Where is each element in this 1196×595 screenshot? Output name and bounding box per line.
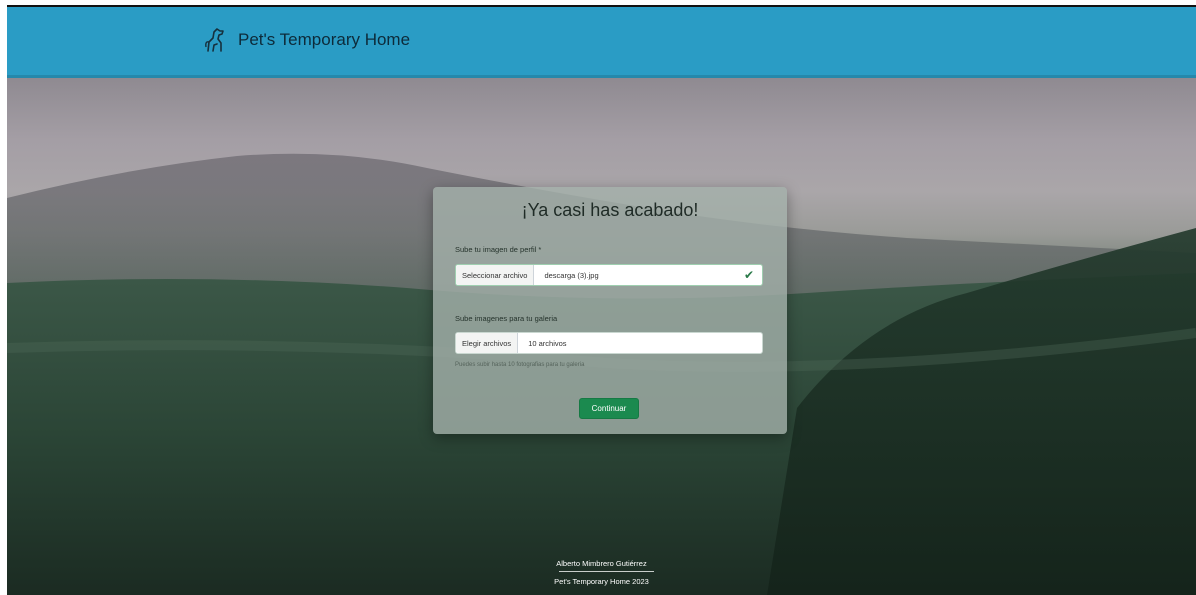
profile-select-file-button[interactable]: Seleccionar archivo [456,265,535,285]
gallery-images-label: Sube imagenes para tu galeria [455,314,558,323]
upload-form-card: ¡Ya casi has acabado! Sube tu imagen de … [433,187,787,434]
brand-link[interactable]: Pet's Temporary Home [204,27,410,53]
profile-image-label: Sube tu imagen de perfil * [455,245,542,254]
gallery-help-text: Puedes subir hasta 10 fotografias para t… [455,362,585,368]
footer-author: Alberto Mimbrero Gutiérrez [556,559,647,568]
gallery-filename: 10 archivos [528,338,567,348]
footer-copyright: Pet's Temporary Home 2023 [554,577,649,586]
dog-icon [204,27,226,53]
profile-image-input[interactable]: Seleccionar archivo descarga (3).jpg ✔ [455,264,763,286]
footer-divider [559,571,654,572]
gallery-images-input[interactable]: Elegir archivos 10 archivos [455,332,763,354]
continue-button[interactable]: Continuar [579,398,639,419]
check-icon: ✔ [743,268,754,282]
profile-filename: descarga (3).jpg [544,270,599,280]
app-window: Pet's Temporary Home ¡Ya casi has acabad… [7,7,1196,595]
gallery-choose-files-button[interactable]: Elegir archivos [456,333,519,353]
brand-name: Pet's Temporary Home [238,30,411,49]
form-title: ¡Ya casi has acabado! [521,200,699,220]
navbar: Pet's Temporary Home [7,7,1196,78]
